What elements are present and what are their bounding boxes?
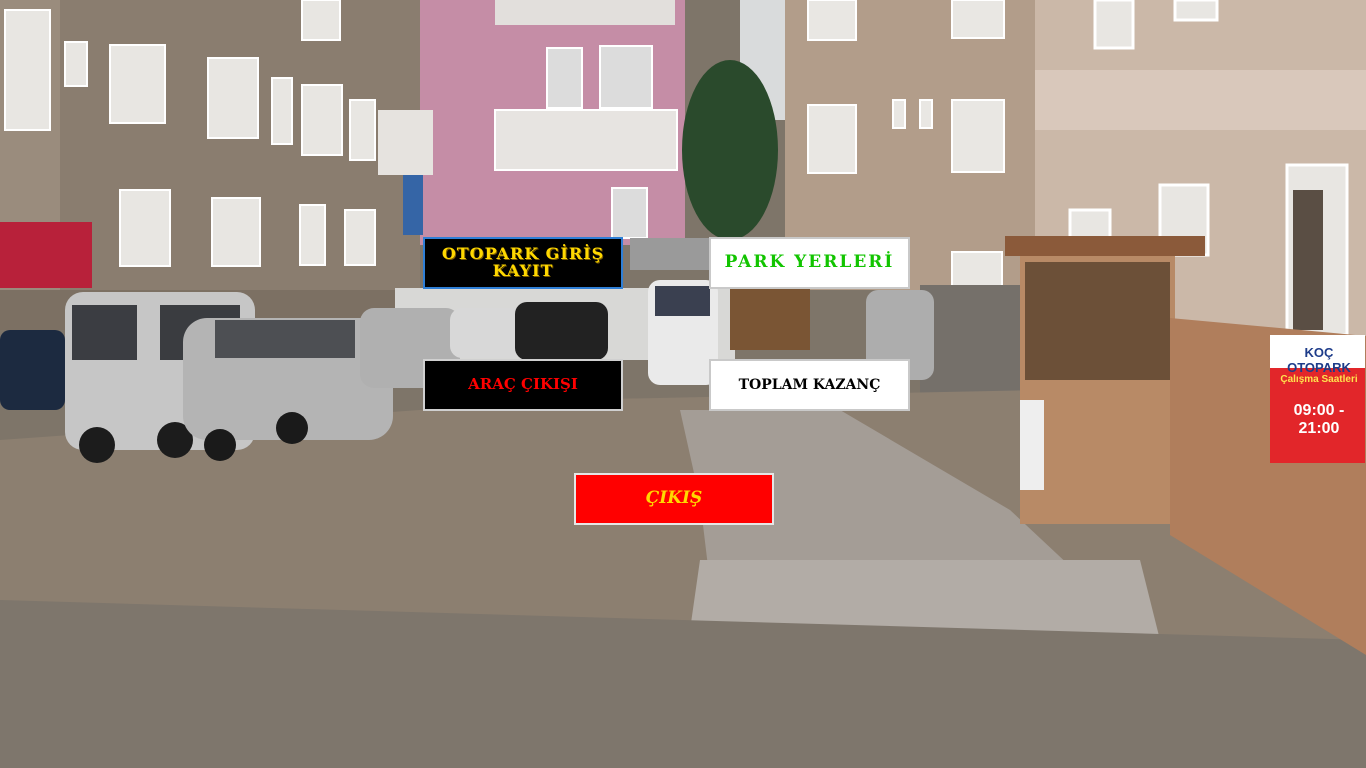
total-earnings-label: TOPLAM KAZANÇ	[738, 376, 881, 393]
vehicle-exit-button[interactable]: ARAÇ ÇIKIŞI	[423, 359, 623, 411]
street-scene-illustration	[0, 0, 1366, 768]
vehicle-exit-label: ARAÇ ÇIKIŞI	[468, 375, 578, 394]
quit-button[interactable]: ÇIKIŞ	[574, 473, 774, 525]
background-sign-hours: 09:00 - 21:00	[1293, 402, 1345, 437]
park-spaces-button[interactable]: PARK YERLERİ	[709, 237, 910, 289]
total-earnings-button[interactable]: TOPLAM KAZANÇ	[709, 359, 910, 411]
parking-lot-background: KOÇ OTOPARK Çalışma Saatleri 09:00 - 21:…	[0, 0, 1366, 768]
parking-entry-label: OTOPARK GİRİŞ KAYIT	[441, 244, 605, 280]
background-sign-hours-caption: Çalışma Saatleri	[1280, 374, 1358, 385]
parking-entry-button[interactable]: OTOPARK GİRİŞ KAYIT	[423, 237, 623, 289]
background-sign-name: KOÇ OTOPARK	[1287, 345, 1351, 375]
park-spaces-label: PARK YERLERİ	[724, 252, 895, 273]
quit-label: ÇIKIŞ	[645, 488, 703, 509]
